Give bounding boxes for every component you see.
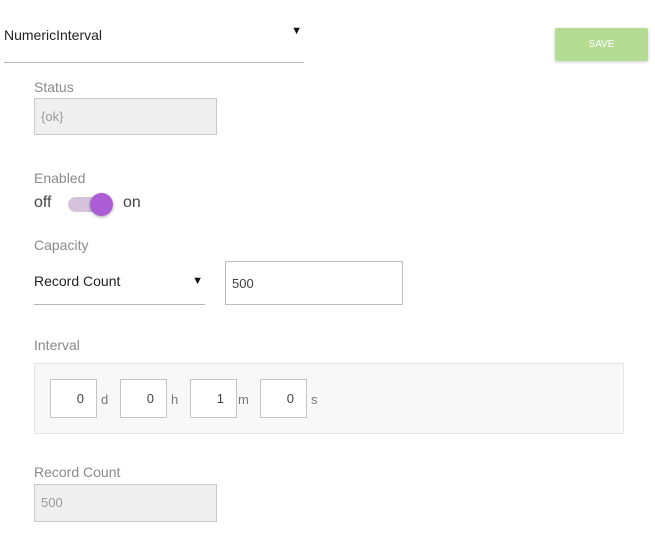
dropdown-arrow-icon: ▼ [291, 25, 302, 37]
interval-minutes-input[interactable] [190, 379, 237, 418]
dropdown-arrow-icon: ▼ [192, 275, 203, 287]
type-select[interactable]: NumericInterval ▼ [4, 18, 304, 63]
days-unit-label: d [101, 392, 109, 407]
minutes-unit-label: m [238, 392, 249, 407]
interval-label: Interval [34, 337, 80, 353]
interval-seconds-input[interactable] [260, 379, 307, 418]
enabled-toggle-thumb[interactable] [90, 193, 113, 216]
hours-unit-label: h [171, 392, 179, 407]
type-select-value: NumericInterval [4, 27, 103, 43]
seconds-unit-label: s [311, 392, 318, 407]
capacity-value-input[interactable] [225, 261, 403, 305]
toggle-on-label: on [123, 194, 141, 211]
interval-hours-input[interactable] [120, 379, 167, 418]
enabled-label: Enabled [34, 170, 86, 186]
capacity-select[interactable]: Record Count ▼ [34, 262, 205, 305]
status-label: Status [34, 79, 74, 95]
interval-days-input[interactable] [50, 379, 97, 418]
capacity-label: Capacity [34, 237, 89, 253]
save-button[interactable]: SAVE [555, 28, 648, 61]
record-count-field: 500 [34, 484, 217, 522]
toggle-off-label: off [34, 194, 52, 211]
status-field: {ok} [34, 98, 217, 135]
capacity-select-value: Record Count [34, 273, 121, 289]
record-count-label: Record Count [34, 464, 121, 480]
